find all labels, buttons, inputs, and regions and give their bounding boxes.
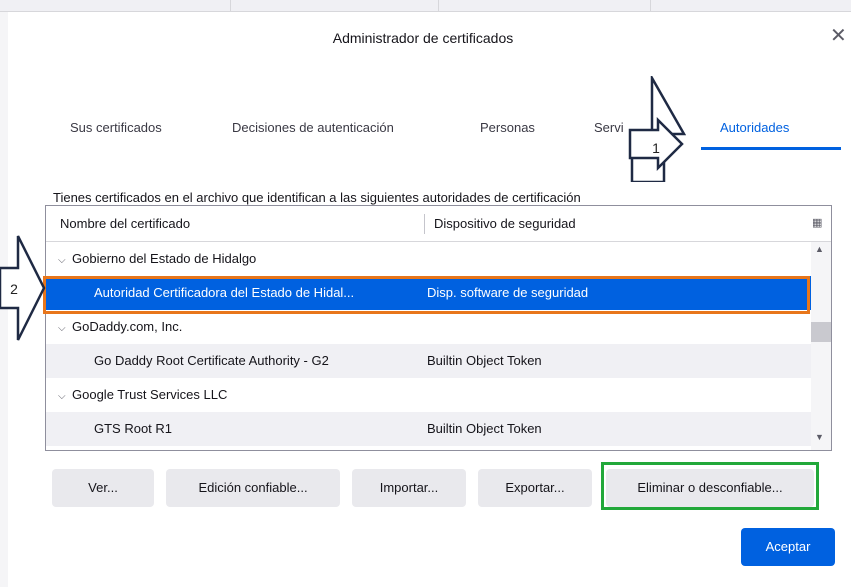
column-header-security-device[interactable]: Dispositivo de seguridad: [434, 216, 576, 231]
tab-your-certificates[interactable]: Sus certificados: [70, 120, 162, 135]
tab-people[interactable]: Personas: [480, 120, 535, 135]
certificate-tree[interactable]: Nombre del certificado Dispositivo de se…: [45, 205, 832, 451]
column-divider[interactable]: [424, 214, 425, 234]
view-button[interactable]: Ver...: [52, 469, 154, 507]
delete-button-highlight: [601, 462, 819, 510]
certificate-name: GTS Root R1: [94, 421, 173, 436]
tab-authentication-decisions[interactable]: Decisiones de autenticación: [232, 120, 394, 135]
dialog-title: Administrador de certificados: [332, 30, 514, 46]
selected-row-highlight: [43, 276, 810, 314]
background-window-strip: [0, 0, 851, 12]
tree-group-row[interactable]: ⌵ Google Trust Services LLC: [46, 378, 811, 412]
scroll-down-icon[interactable]: ▼: [815, 432, 824, 442]
tab-authorities[interactable]: Autoridades: [720, 120, 789, 135]
annotation-arrow-2: 2: [0, 235, 46, 341]
annotation-label-2: 2: [10, 281, 18, 297]
active-tab-indicator: [701, 147, 841, 150]
group-name: GoDaddy.com, Inc.: [72, 319, 183, 334]
description-text: Tienes certificados en el archivo que id…: [53, 190, 581, 205]
group-name: Google Trust Services LLC: [72, 387, 228, 402]
scroll-up-icon[interactable]: ▲: [815, 244, 824, 254]
background-divider: [438, 0, 439, 12]
tree-group-row[interactable]: ⌵ GoDaddy.com, Inc.: [46, 310, 811, 344]
certificate-name: Go Daddy Root Certificate Authority - G2: [94, 353, 329, 368]
export-button[interactable]: Exportar...: [478, 469, 592, 507]
tree-row[interactable]: GTS Root R1 Builtin Object Token: [46, 412, 811, 446]
chevron-down-icon[interactable]: ⌵: [58, 391, 68, 402]
background-divider: [650, 0, 651, 12]
accept-button[interactable]: Aceptar: [741, 528, 835, 566]
tab-servers[interactable]: Servi: [594, 120, 624, 135]
group-name: Gobierno del Estado de Hidalgo: [72, 251, 257, 266]
annotation-label-1: 1: [652, 140, 660, 156]
tree-group-row[interactable]: ⌵ Gobierno del Estado de Hidalgo: [46, 242, 811, 276]
security-device: Builtin Object Token: [427, 353, 542, 368]
chevron-down-icon[interactable]: ⌵: [58, 255, 68, 266]
import-button[interactable]: Importar...: [352, 469, 466, 507]
column-picker-icon[interactable]: ▦: [812, 216, 822, 229]
background-divider: [230, 0, 231, 12]
tree-scrollbar[interactable]: ▲ ▼: [811, 242, 831, 450]
annotation-arrow-1: 1: [628, 76, 686, 182]
security-device: Builtin Object Token: [427, 421, 542, 436]
tree-row[interactable]: Go Daddy Root Certificate Authority - G2…: [46, 344, 811, 378]
scrollbar-thumb[interactable]: [811, 322, 831, 342]
chevron-down-icon[interactable]: ⌵: [58, 323, 68, 334]
tree-header: Nombre del certificado Dispositivo de se…: [46, 206, 831, 242]
column-header-certificate-name[interactable]: Nombre del certificado: [60, 216, 190, 231]
close-icon[interactable]: ✕: [830, 26, 847, 46]
edit-trust-button[interactable]: Edición confiable...: [166, 469, 340, 507]
